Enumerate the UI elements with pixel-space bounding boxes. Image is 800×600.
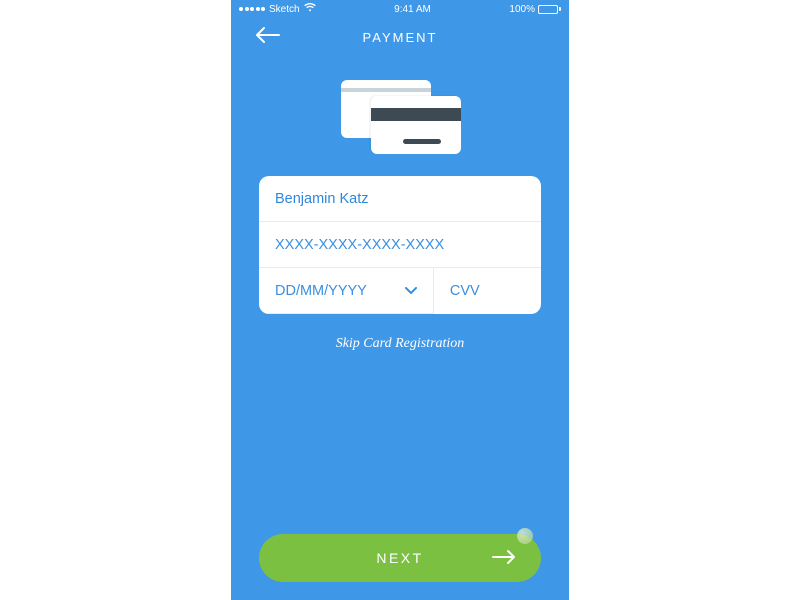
- battery-percent-label: 100%: [509, 4, 535, 15]
- payment-form: [259, 176, 541, 314]
- battery-icon: [538, 5, 561, 14]
- page-title: PAYMENT: [363, 30, 438, 45]
- clock-label: 9:41 AM: [394, 4, 431, 15]
- signal-dots-icon: [239, 7, 265, 11]
- back-button[interactable]: [255, 26, 279, 44]
- carrier-label: Sketch: [269, 4, 300, 15]
- card-front-icon: [371, 96, 461, 154]
- cards-illustration: [231, 80, 569, 158]
- cvv-field: [434, 268, 541, 314]
- expiry-field[interactable]: [259, 268, 434, 314]
- card-number-input[interactable]: [275, 237, 525, 253]
- expiry-cvv-row: [259, 268, 541, 314]
- wifi-icon: [304, 3, 316, 15]
- skip-registration-link[interactable]: Skip Card Registration: [231, 336, 569, 352]
- status-bar: Sketch 9:41 AM 100%: [231, 0, 569, 18]
- cvv-input[interactable]: [450, 283, 525, 299]
- status-right: 100%: [509, 4, 561, 15]
- decorative-bubble: [517, 528, 533, 544]
- phone-screen: Sketch 9:41 AM 100% PAYMENT: [231, 0, 569, 600]
- arrow-left-icon: [255, 26, 281, 44]
- expiry-input[interactable]: [275, 283, 397, 299]
- cardholder-name-input[interactable]: [275, 191, 525, 207]
- chevron-down-icon: [405, 282, 417, 300]
- arrow-right-icon: [491, 549, 517, 568]
- name-field-row: [259, 176, 541, 222]
- card-number-field-row: [259, 222, 541, 268]
- nav-bar: PAYMENT: [231, 18, 569, 56]
- status-left: Sketch: [239, 3, 316, 15]
- next-button-label: NEXT: [376, 550, 423, 566]
- next-button[interactable]: NEXT: [259, 534, 541, 582]
